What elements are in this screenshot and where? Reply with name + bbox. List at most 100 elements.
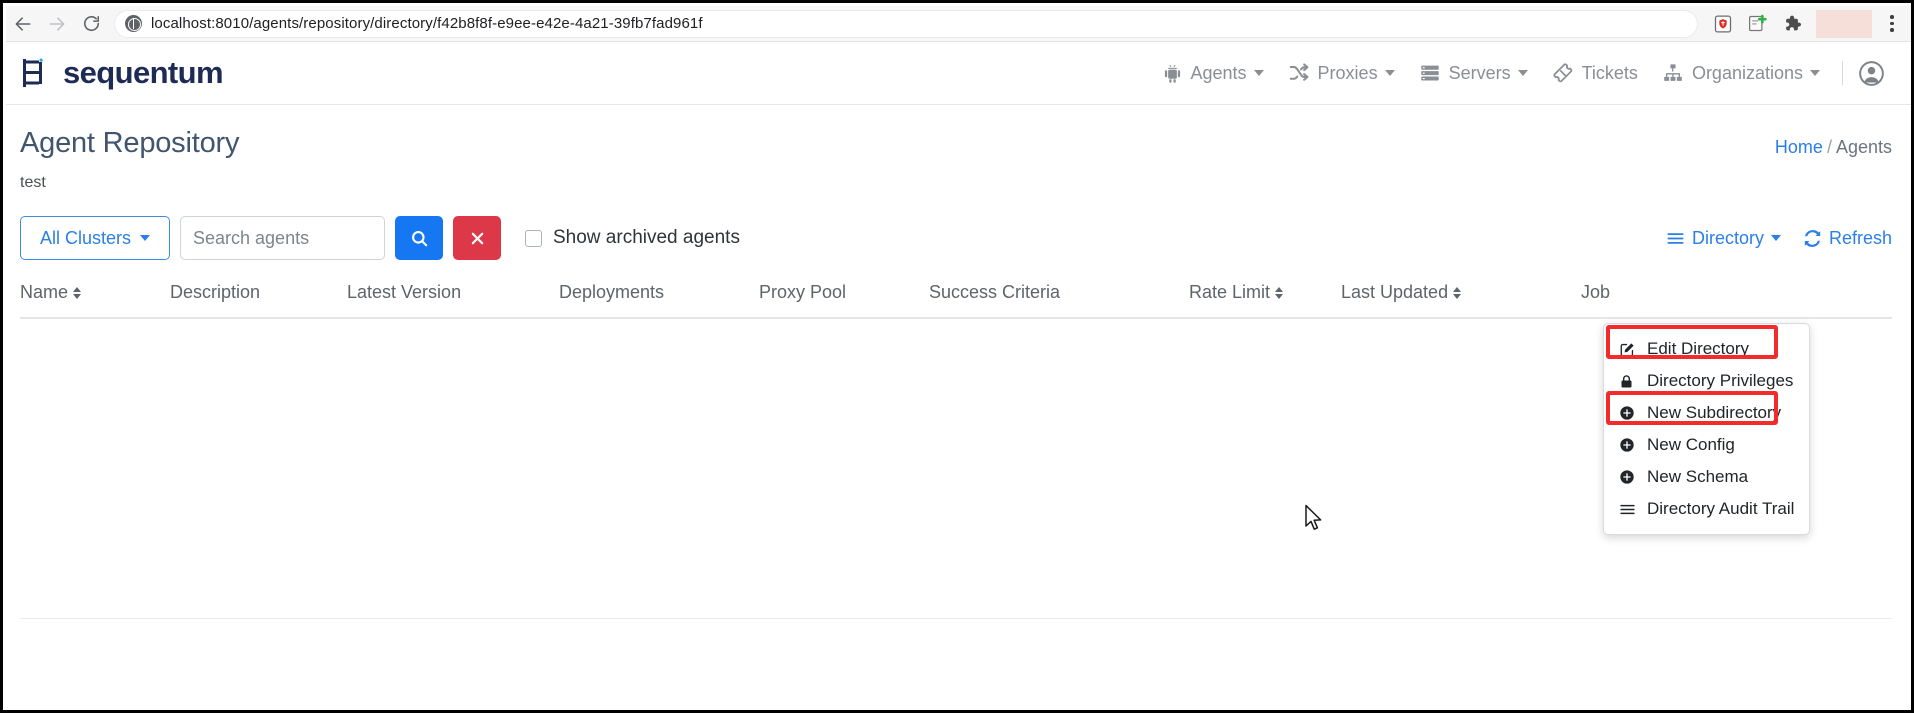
chevron-down-icon	[1517, 70, 1528, 76]
reload-button[interactable]	[74, 7, 108, 41]
col-success-criteria: Success Criteria	[929, 277, 1189, 319]
breadcrumb-current: Agents	[1835, 137, 1892, 157]
padlock-icon	[1619, 373, 1639, 390]
pencil-square-edit-icon	[1619, 341, 1639, 358]
plus-circle-icon	[1619, 437, 1639, 453]
directory-menu-button[interactable]: Directory	[1666, 228, 1781, 249]
col-proxy-pool: Proxy Pool	[759, 277, 929, 319]
sort-icon[interactable]	[1275, 287, 1284, 300]
add-page-extension-icon[interactable]	[1742, 9, 1772, 39]
show-archived-label: Show archived agents	[553, 227, 740, 248]
nav-label-servers: Servers	[1448, 62, 1511, 83]
current-directory-name: test	[20, 174, 46, 191]
col-latest-version: Latest Version	[347, 277, 559, 319]
browser-toolbar: localhost:8010/agents/repository/directo…	[6, 6, 1911, 42]
agents-toolbar: All Clusters Show archived agents	[6, 216, 1911, 260]
forward-button[interactable]	[40, 7, 74, 41]
search-button[interactable]	[395, 216, 443, 260]
col-rate-limit[interactable]: Rate Limit	[1189, 277, 1341, 319]
menu-item-new-subdirectory[interactable]: New Subdirectory	[1604, 397, 1809, 429]
show-archived-agents-toggle[interactable]: Show archived agents	[525, 227, 740, 249]
nav-item-servers[interactable]: Servers	[1407, 56, 1540, 90]
col-description: Description	[170, 277, 347, 319]
nav-label-organizations: Organizations	[1691, 62, 1803, 83]
clear-search-button[interactable]	[453, 216, 501, 260]
directory-menu-label: Directory	[1691, 227, 1764, 248]
menu-item-new-schema[interactable]: New Schema	[1604, 461, 1809, 493]
back-button[interactable]	[6, 7, 40, 41]
hamburger-lines-icon	[1619, 501, 1639, 518]
page-title: Agent Repository	[20, 127, 240, 159]
android-robot-icon	[1162, 63, 1183, 84]
brand-logo[interactable]: sequentum	[20, 55, 224, 91]
sort-icon[interactable]	[1453, 287, 1462, 300]
puzzle-extensions-icon[interactable]	[1776, 9, 1806, 39]
col-name[interactable]: Name	[20, 277, 170, 319]
sequentum-logo-icon	[23, 58, 43, 87]
nav-label-tickets: Tickets	[1581, 62, 1638, 83]
col-job: Job	[1581, 277, 1892, 319]
hamburger-lines-icon	[1666, 229, 1685, 248]
app-viewport: sequentum Agents Proxies Servers Tickets…	[6, 42, 1911, 710]
chevron-down-icon	[1384, 70, 1395, 76]
shield-extension-icon[interactable]	[1708, 9, 1738, 39]
menu-item-directory-audit-trail[interactable]: Directory Audit Trail	[1604, 493, 1809, 525]
url-text: localhost:8010/agents/repository/directo…	[151, 15, 703, 32]
nav-label-agents: Agents	[1190, 62, 1247, 83]
refresh-button[interactable]: Refresh	[1803, 228, 1892, 249]
sort-icon[interactable]	[73, 287, 82, 300]
shuffle-icon	[1288, 62, 1310, 84]
server-stack-icon	[1419, 62, 1441, 84]
navbar-divider	[1842, 61, 1843, 85]
show-archived-checkbox[interactable]	[525, 229, 542, 247]
menu-item-new-config[interactable]: New Config	[1604, 429, 1809, 461]
table-header-row: Name Description Latest Version Deployme…	[20, 277, 1892, 319]
refresh-circular-arrows-icon	[1803, 229, 1822, 248]
plus-circle-icon	[1619, 469, 1639, 485]
search-input[interactable]	[180, 216, 385, 260]
cluster-filter-label: All Clusters	[39, 227, 132, 248]
chevron-down-icon	[140, 235, 151, 241]
nav-item-organizations[interactable]: Organizations	[1650, 56, 1832, 90]
nav-item-proxies[interactable]: Proxies	[1276, 56, 1407, 90]
app-navbar: sequentum Agents Proxies Servers Tickets…	[6, 42, 1911, 105]
menu-item-edit-directory[interactable]: Edit Directory	[1604, 333, 1809, 365]
magnifier-icon	[411, 230, 427, 246]
org-chart-icon	[1662, 62, 1684, 84]
chevron-down-icon	[1770, 235, 1781, 241]
toolbar-right-actions: Directory Refresh	[1666, 228, 1892, 249]
address-bar[interactable]: localhost:8010/agents/repository/directo…	[114, 9, 1698, 38]
breadcrumb-separator: /	[1826, 137, 1832, 157]
nav-item-tickets[interactable]: Tickets	[1540, 56, 1650, 90]
chevron-down-icon	[1810, 70, 1820, 76]
menu-label-edit-directory: Edit Directory	[1647, 339, 1750, 358]
chevron-down-icon	[1253, 70, 1264, 76]
menu-label-directory-privileges: Directory Privileges	[1647, 371, 1794, 390]
breadcrumb: Home / Agents	[1775, 137, 1892, 158]
cluster-filter-dropdown[interactable]: All Clusters	[20, 216, 170, 260]
brand-name: sequentum	[63, 55, 224, 90]
col-deployments: Deployments	[559, 277, 759, 319]
kebab-menu-icon[interactable]	[1878, 9, 1906, 39]
screenshot-frame: localhost:8010/agents/repository/directo…	[0, 0, 1914, 713]
directory-dropdown-menu[interactable]: Edit Directory Directory Privileges New …	[1603, 323, 1810, 535]
site-info-globe-icon[interactable]	[125, 15, 142, 32]
menu-label-new-config: New Config	[1647, 435, 1735, 454]
page-header: Agent Repository Home / Agents	[6, 105, 1911, 171]
plus-circle-icon	[1619, 405, 1639, 421]
menu-label-new-subdirectory: New Subdirectory	[1647, 403, 1782, 422]
x-close-icon	[471, 232, 483, 244]
table-head: Name Description Latest Version Deployme…	[20, 277, 1892, 319]
nav-item-agents[interactable]: Agents	[1150, 57, 1276, 90]
refresh-label: Refresh	[1828, 227, 1892, 248]
col-last-updated[interactable]: Last Updated	[1341, 277, 1581, 319]
ticket-icon	[1552, 62, 1574, 84]
navbar-links: Agents Proxies Servers Tickets Organizat…	[1150, 55, 1893, 92]
menu-label-new-schema: New Schema	[1647, 467, 1749, 486]
menu-item-directory-privileges[interactable]: Directory Privileges	[1604, 365, 1809, 397]
breadcrumb-home-link[interactable]: Home	[1775, 137, 1823, 157]
menu-label-directory-audit-trail: Directory Audit Trail	[1647, 499, 1795, 518]
user-account-button[interactable]	[1857, 55, 1892, 92]
profile-avatar[interactable]	[1816, 9, 1872, 38]
nav-label-proxies: Proxies	[1317, 62, 1378, 83]
